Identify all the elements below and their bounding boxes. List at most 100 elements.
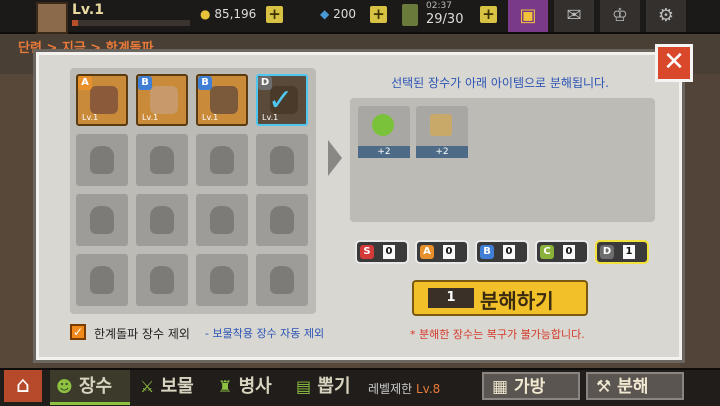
empty-slot: [256, 254, 308, 306]
hero-silhouette-icon: [90, 206, 114, 234]
add-stamina-button[interactable]: +: [480, 6, 497, 23]
hero-portrait: [210, 86, 238, 114]
grade-count: 1: [623, 245, 635, 259]
decompose-tab-label: 분해: [617, 377, 649, 397]
grade-counter-c[interactable]: C0: [535, 240, 589, 264]
level-limit-prefix: 레벨제한: [368, 382, 413, 396]
hero-slot[interactable]: B Lv.1: [196, 74, 248, 126]
hero-slot[interactable]: A Lv.1: [76, 74, 128, 126]
hero-silhouette-icon: [150, 146, 174, 174]
grade-count: 0: [383, 245, 395, 259]
level-limit-text: 레벨제한 Lv.8: [368, 380, 440, 397]
gear-icon[interactable]: ⚙: [644, 0, 686, 32]
scroll-icon: [430, 114, 452, 136]
selected-check-icon: ✓: [268, 83, 294, 118]
grade-count: 0: [443, 245, 455, 259]
coin-icon: ●: [200, 7, 211, 21]
orb-icon: [372, 114, 394, 136]
empty-slot: [256, 194, 308, 246]
gem-display: ◆ 200: [320, 7, 356, 21]
hero-portrait: [150, 86, 178, 114]
exp-bar-fill: [72, 20, 78, 26]
gem-icon: ◆: [320, 7, 330, 21]
level-limit-value: Lv.8: [416, 382, 441, 396]
hero-silhouette-icon: [90, 266, 114, 294]
grade-badge: D: [600, 245, 614, 259]
hero-silhouette-icon: [150, 266, 174, 294]
orb-item: +2: [358, 106, 410, 158]
grade-counter-b[interactable]: B0: [475, 240, 529, 264]
stamina-icon: [402, 4, 418, 26]
gold-display: ● 85,196: [200, 7, 256, 21]
empty-slot: [196, 194, 248, 246]
decompose-tab-button[interactable]: ⚒ 분해: [586, 372, 684, 400]
sword-icon: ⚔: [140, 377, 155, 396]
decompose-button-label: 분해하기: [480, 289, 554, 313]
hero-slot[interactable]: B Lv.1: [136, 74, 188, 126]
scroll-item: +2: [416, 106, 468, 158]
grade-counter-s[interactable]: S0: [355, 240, 409, 264]
grade-count: 0: [563, 245, 575, 259]
decompose-button[interactable]: 1 분해하기: [412, 280, 588, 316]
grade-badge: B: [198, 76, 212, 90]
tab-heroes[interactable]: ☻ 장수: [56, 372, 112, 402]
item-count: +2: [416, 146, 468, 158]
empty-slot: [76, 134, 128, 186]
item-count: +2: [358, 146, 410, 158]
hero-silhouette-icon: [90, 146, 114, 174]
tab-soldiers[interactable]: ♜ 병사: [218, 372, 272, 402]
stamina-amount: 29/30: [426, 12, 464, 27]
player-level: Lv.1: [72, 2, 104, 18]
hero-silhouette-icon: [270, 146, 294, 174]
empty-slot: [136, 254, 188, 306]
grade-badge: B: [138, 76, 152, 90]
grade-badge: A: [420, 245, 434, 259]
trophy-icon[interactable]: ♔: [598, 0, 640, 32]
hero-silhouette-icon: [210, 146, 234, 174]
mail-icon[interactable]: ✉: [552, 0, 594, 32]
grade-badge: S: [360, 245, 374, 259]
hero-level: Lv.1: [202, 113, 219, 122]
gem-amount: 200: [333, 7, 356, 21]
decompose-count: 1: [428, 288, 474, 308]
exclude-limit-break-checkbox[interactable]: ✓: [70, 324, 86, 340]
hammer-icon: ⚒: [596, 377, 612, 397]
gold-amount: 85,196: [214, 7, 257, 21]
empty-slot: [136, 194, 188, 246]
soldier-icon: ♜: [218, 377, 233, 396]
tab-gacha[interactable]: ▤ 뽑기: [296, 372, 351, 402]
add-gems-button[interactable]: +: [370, 6, 387, 23]
home-icon[interactable]: ⌂: [4, 370, 42, 402]
tab-treasure[interactable]: ⚔ 보물: [140, 372, 194, 402]
empty-slot: [196, 134, 248, 186]
hero-portrait: [90, 86, 118, 114]
bag-button[interactable]: ▦ 가방: [482, 372, 580, 400]
close-button[interactable]: ✕: [655, 44, 693, 82]
empty-slot: [256, 134, 308, 186]
tab-heroes-label: 장수: [78, 376, 113, 397]
hero-silhouette-icon: [270, 206, 294, 234]
grade-counter-a[interactable]: A0: [415, 240, 469, 264]
grade-counter-d[interactable]: D1: [595, 240, 649, 264]
hero-silhouette-icon: [270, 266, 294, 294]
warning-text: * 분해한 장수는 복구가 불가능합니다.: [410, 328, 585, 341]
bag-button-label: 가방: [513, 377, 546, 397]
player-avatar[interactable]: [36, 2, 68, 34]
grade-badge: C: [540, 245, 554, 259]
tab-gacha-label: 뽑기: [317, 376, 351, 397]
add-gold-button[interactable]: +: [266, 6, 283, 23]
hero-silhouette-icon: [210, 206, 234, 234]
gift-icon[interactable]: ▣: [506, 0, 548, 32]
grade-badge: B: [480, 245, 494, 259]
empty-slot: [76, 194, 128, 246]
hero-level: Lv.1: [82, 113, 99, 122]
hero-slot[interactable]: D Lv.1 ✓: [256, 74, 308, 126]
checkbox-label: 한계돌파 장수 제외: [94, 327, 190, 341]
tab-soldiers-label: 병사: [238, 376, 272, 397]
empty-slot: [136, 134, 188, 186]
empty-slot: [76, 254, 128, 306]
tab-treasure-label: 보물: [160, 376, 194, 397]
exp-bar: [72, 20, 190, 26]
bag-icon: ▦: [492, 377, 509, 397]
gacha-icon: ▤: [296, 377, 312, 396]
